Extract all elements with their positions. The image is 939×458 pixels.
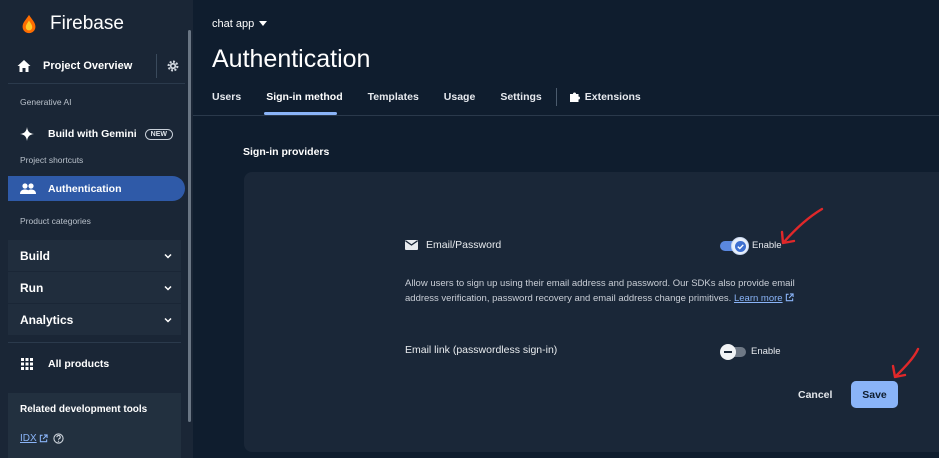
chevron-down-icon [164, 285, 172, 291]
sidebar-item-label: All products [48, 358, 110, 370]
tab-users[interactable]: Users [212, 91, 241, 103]
brand[interactable]: Firebase [0, 0, 193, 48]
tab-usage[interactable]: Usage [444, 91, 476, 103]
project-overview-label: Project Overview [43, 59, 133, 72]
provider-label: Email link (passwordless sign-in) [405, 344, 558, 356]
chevron-down-icon [164, 253, 172, 259]
annotation-arrow-icon [891, 347, 920, 379]
tabs-divider [193, 115, 939, 116]
tab-sign-in-method[interactable]: Sign-in method [266, 91, 342, 103]
sidebar-item-label: Build with Gemini [48, 128, 137, 140]
email-link-enable-toggle[interactable]: Enable [720, 343, 781, 360]
project-selector[interactable]: chat app [212, 18, 268, 30]
toggle-knob [720, 343, 736, 360]
gear-icon[interactable] [166, 59, 180, 73]
sparkle-icon [20, 127, 34, 141]
email-password-enable-toggle[interactable]: Enable [720, 236, 782, 255]
idx-link-row: IDX [20, 433, 64, 444]
active-tab-indicator [264, 112, 337, 115]
people-icon [20, 182, 36, 194]
email-link-provider: Email link (passwordless sign-in) [405, 344, 557, 356]
tab-templates[interactable]: Templates [368, 91, 419, 103]
page-title: Authentication [212, 45, 371, 73]
tab-bar: Users Sign-in method Templates Usage Set… [212, 88, 641, 106]
external-link-icon [39, 434, 48, 443]
learn-more-link[interactable]: Learn more [734, 293, 783, 304]
firebase-logo-icon [22, 14, 36, 34]
puzzle-icon [569, 92, 580, 102]
sidebar: Firebase Project Overview Generative AI … [0, 0, 193, 458]
cancel-button[interactable]: Cancel [798, 389, 832, 401]
chevron-down-icon [164, 317, 172, 323]
category-label: Analytics [20, 312, 74, 327]
category-run[interactable]: Run [8, 272, 181, 303]
toggle-label: Enable [751, 346, 781, 357]
home-icon [17, 59, 31, 72]
mail-icon [405, 240, 418, 250]
tab-divider [555, 88, 557, 106]
save-button[interactable]: Save [851, 381, 898, 408]
sidebar-scrollbar[interactable] [188, 30, 191, 422]
tab-settings[interactable]: Settings [500, 91, 541, 103]
category-build[interactable]: Build [8, 240, 181, 271]
check-icon [735, 240, 746, 252]
annotation-arrow-icon [780, 207, 824, 245]
project-shortcuts-label: Project shortcuts [20, 155, 84, 165]
grid-icon [21, 358, 33, 370]
sidebar-item-all-products[interactable]: All products [8, 352, 109, 376]
project-name: chat app [212, 18, 255, 30]
idx-link[interactable]: IDX [20, 433, 37, 444]
tab-extensions[interactable]: Extensions [569, 91, 641, 103]
project-overview-row[interactable]: Project Overview [8, 48, 185, 84]
provider-description: Allow users to sign up using their email… [405, 276, 800, 306]
divider [156, 54, 157, 78]
sign-in-providers-label: Sign-in providers [243, 146, 330, 158]
related-tools-panel: Related development tools IDX [8, 393, 181, 458]
sidebar-item-authentication[interactable]: Authentication [8, 176, 185, 201]
minus-icon [724, 350, 732, 353]
help-icon[interactable] [53, 433, 64, 444]
tab-label: Extensions [584, 91, 641, 103]
category-analytics[interactable]: Analytics [8, 304, 181, 335]
email-password-provider: Email/Password [405, 239, 501, 251]
sidebar-item-build-with-gemini[interactable]: Build with Gemini NEW [8, 122, 174, 146]
category-label: Build [20, 248, 50, 263]
caret-down-icon [259, 21, 268, 26]
external-link-icon [786, 293, 794, 302]
sidebar-item-label: Authentication [48, 182, 122, 195]
toggle-track [720, 343, 746, 360]
generative-ai-label: Generative AI [20, 97, 72, 107]
category-label: Run [20, 280, 44, 295]
brand-label: Firebase [50, 13, 124, 34]
toggle-track [720, 236, 749, 255]
new-badge: NEW [144, 128, 174, 140]
product-categories-label: Product categories [20, 216, 91, 226]
provider-config-card [244, 172, 939, 452]
provider-label: Email/Password [426, 239, 502, 251]
divider [8, 342, 181, 343]
related-tools-label: Related development tools [20, 404, 148, 415]
toggle-knob [731, 236, 749, 255]
